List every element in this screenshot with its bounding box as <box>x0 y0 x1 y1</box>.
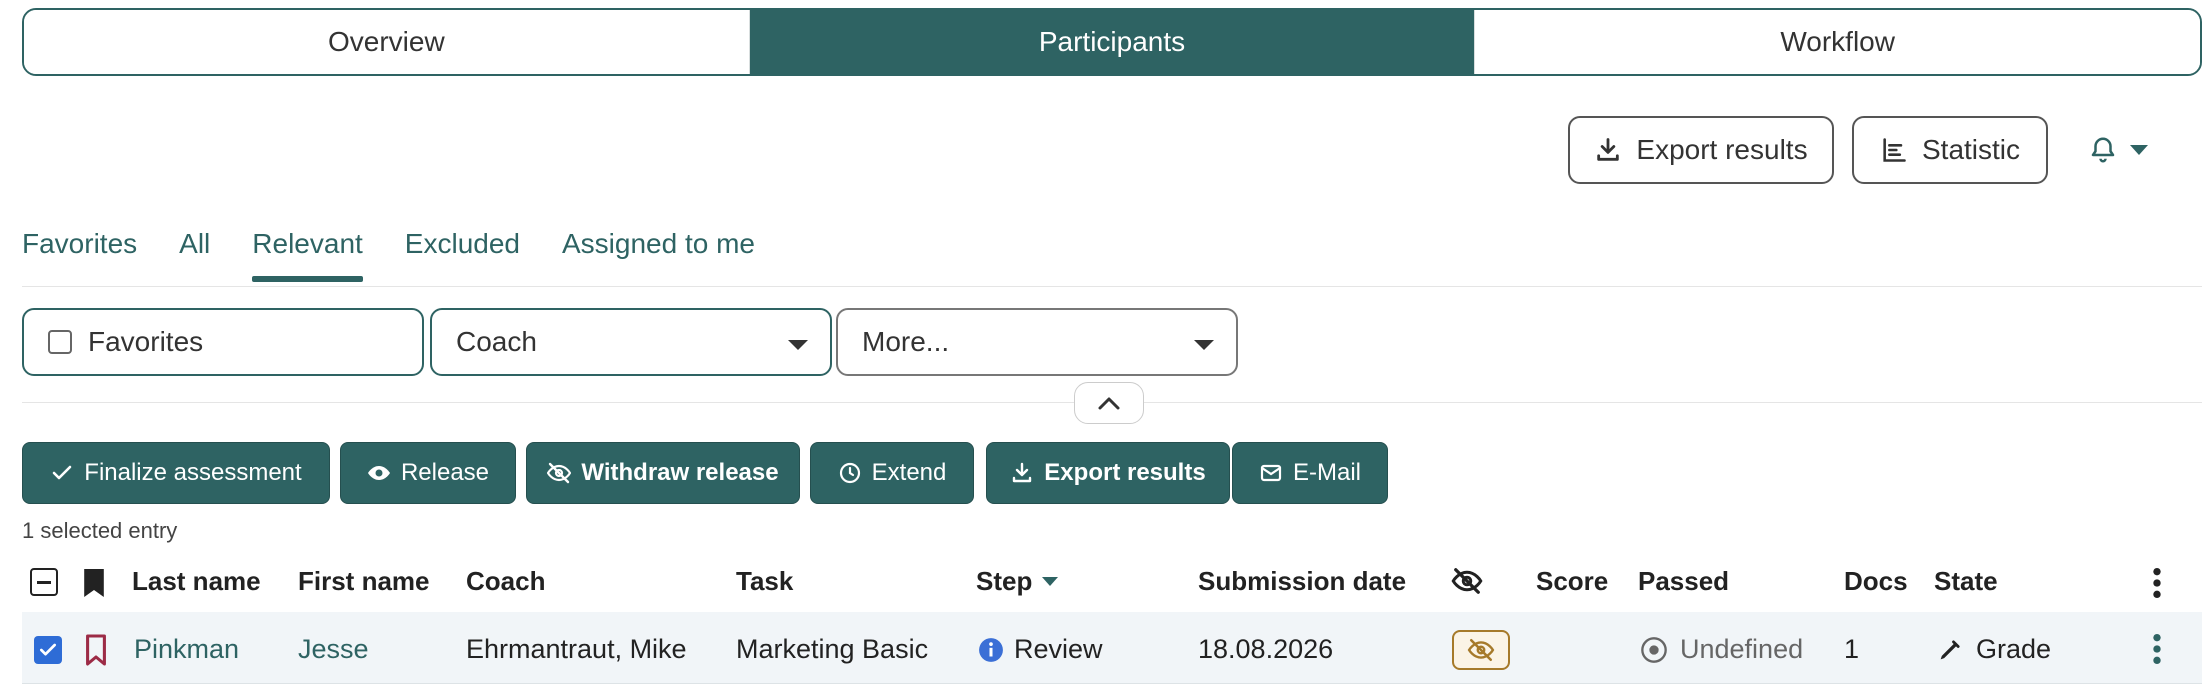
sort-desc-icon <box>1042 577 1059 586</box>
tab-all[interactable]: All <box>179 228 210 284</box>
release-label: Release <box>400 459 490 486</box>
row-checkbox[interactable] <box>34 636 62 664</box>
hidden-status-badge[interactable] <box>1452 630 1510 670</box>
check-icon <box>40 643 57 656</box>
tab-excluded[interactable]: Excluded <box>405 228 520 284</box>
tab-favorites[interactable]: Favorites <box>22 228 137 284</box>
withdraw-label: Withdraw release <box>581 459 779 486</box>
tab-participants-label: Participants <box>1038 26 1186 57</box>
cell-state-label: Grade <box>1976 634 2052 664</box>
notification-menu[interactable] <box>2088 130 2168 170</box>
clock-icon <box>839 462 860 484</box>
tab-overview[interactable]: Overview <box>24 10 749 74</box>
withdraw-release-button[interactable]: Withdraw release <box>526 442 800 504</box>
tab-all-label: All <box>179 228 211 259</box>
tab-workflow-label: Workflow <box>1780 26 1895 57</box>
cell-task: Marketing Basic <box>736 634 929 664</box>
export-label: Export results <box>1044 459 1206 486</box>
indeterminate-icon <box>37 580 51 584</box>
coach-filter[interactable]: Coach <box>430 308 832 376</box>
column-options-icon[interactable] <box>2150 566 2164 600</box>
extend-label: Extend <box>871 459 947 486</box>
favorites-filter[interactable]: Favorites <box>22 308 424 376</box>
finalize-assessment-button[interactable]: Finalize assessment <box>22 442 330 504</box>
bookmark-icon[interactable] <box>82 632 110 668</box>
tab-participants[interactable]: Participants <box>748 10 1475 74</box>
cell-last-name[interactable]: Pinkman <box>134 634 239 665</box>
check-icon <box>52 465 72 480</box>
cell-first-name[interactable]: Jesse <box>298 634 369 665</box>
finalize-label: Finalize assessment <box>84 459 302 486</box>
bookmark-header-icon[interactable] <box>80 566 108 600</box>
eye-icon <box>367 466 390 480</box>
envelope-icon <box>1260 464 1282 482</box>
header-step-label: Step <box>976 566 1033 596</box>
header-docs[interactable]: Docs <box>1844 566 1908 597</box>
export-results-action-button[interactable]: Export results <box>986 442 1230 504</box>
cell-passed-label: Undefined <box>1680 634 1804 664</box>
favorites-checkbox[interactable] <box>48 330 72 354</box>
cell-submission-date: 18.08.2026 <box>1198 634 1334 664</box>
statistic-label: Statistic <box>1921 134 2021 165</box>
eye-slash-icon <box>1467 638 1495 662</box>
tab-assigned-to-me[interactable]: Assigned to me <box>562 228 755 284</box>
tab-favorites-label: Favorites <box>22 228 138 259</box>
collapse-filters-button[interactable] <box>1074 382 1144 424</box>
bar-chart-icon <box>1883 138 1906 162</box>
header-step[interactable]: Step <box>976 566 1059 597</box>
eye-slash-icon <box>547 462 572 484</box>
statistic-button[interactable]: Statistic <box>1852 116 2048 184</box>
release-button[interactable]: Release <box>340 442 516 504</box>
select-all-checkbox[interactable] <box>30 568 58 596</box>
extend-button[interactable]: Extend <box>810 442 974 504</box>
download-icon <box>1013 462 1032 483</box>
header-coach[interactable]: Coach <box>466 566 545 597</box>
caret-down-icon <box>788 340 808 350</box>
cell-state: Grade <box>1936 634 2051 665</box>
favorites-filter-label: Favorites <box>88 326 204 357</box>
tab-relevant-label: Relevant <box>252 228 363 259</box>
cell-step-label: Review <box>1014 634 1103 664</box>
more-filter[interactable]: More... <box>836 308 1238 376</box>
row-options-icon[interactable] <box>2150 632 2164 666</box>
selection-count: 1 selected entry <box>22 518 178 543</box>
cell-coach: Ehrmantraut, Mike <box>466 634 687 664</box>
info-icon <box>979 637 1003 662</box>
header-submission-date[interactable]: Submission date <box>1198 566 1406 597</box>
cell-step: Review <box>978 634 1103 665</box>
pen-icon <box>1940 639 1960 659</box>
header-task[interactable]: Task <box>736 566 793 597</box>
bell-icon <box>2091 137 2115 163</box>
export-results-label: Export results <box>1636 134 1808 165</box>
caret-down-icon <box>1194 340 1214 350</box>
download-icon <box>1597 138 1620 161</box>
chevron-down-icon <box>2130 145 2148 155</box>
header-state[interactable]: State <box>1934 566 1998 597</box>
tabs-divider <box>22 286 2202 287</box>
email-label: E-Mail <box>1292 459 1361 486</box>
more-filter-label: More... <box>862 326 950 357</box>
participant-tabs: Favorites All Relevant Excluded Assigned… <box>22 228 797 284</box>
cell-docs: 1 <box>1844 634 1860 664</box>
radio-dot-icon <box>1641 636 1667 663</box>
cell-passed: Undefined <box>1640 634 1803 665</box>
tab-assigned-label: Assigned to me <box>561 228 755 259</box>
tab-overview-label: Overview <box>327 26 445 57</box>
export-results-button[interactable]: Export results <box>1568 116 1834 184</box>
coach-filter-label: Coach <box>456 326 537 357</box>
tab-excluded-label: Excluded <box>404 228 520 259</box>
view-switcher: Overview Participants Workflow <box>22 8 2202 76</box>
header-first-name[interactable]: First name <box>298 566 430 597</box>
header-passed[interactable]: Passed <box>1638 566 1729 597</box>
header-last-name[interactable]: Last name <box>132 566 261 597</box>
header-score[interactable]: Score <box>1536 566 1608 597</box>
tab-relevant[interactable]: Relevant <box>252 228 363 284</box>
chevron-up-icon <box>1098 397 1120 410</box>
email-button[interactable]: E-Mail <box>1232 442 1388 504</box>
tab-workflow[interactable]: Workflow <box>1474 10 2200 74</box>
visibility-header-icon <box>1451 568 1483 594</box>
